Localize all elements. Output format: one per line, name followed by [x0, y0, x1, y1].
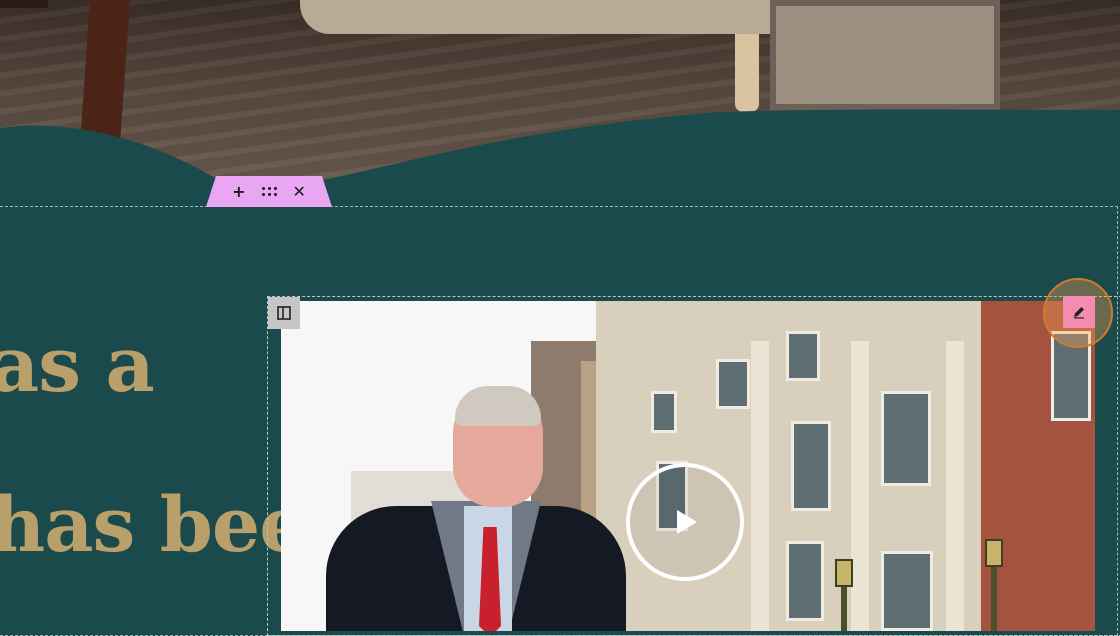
street-lamp — [985, 539, 1003, 567]
play-icon — [677, 510, 697, 534]
add-block-button[interactable]: + — [232, 183, 245, 200]
street-lamp-post — [841, 581, 847, 631]
column-layout-toggle[interactable] — [268, 297, 300, 329]
street-lamp-post — [991, 561, 997, 631]
building-pillar — [851, 341, 869, 631]
play-button[interactable] — [626, 463, 744, 581]
building-pillar — [751, 341, 769, 631]
building-pillar — [946, 341, 964, 631]
person-hair — [455, 386, 541, 426]
building-window — [786, 331, 820, 381]
close-block-button[interactable]: ✕ — [293, 183, 306, 200]
building-window — [651, 391, 677, 433]
columns-icon — [277, 306, 291, 320]
edit-video-button[interactable] — [1063, 296, 1095, 328]
building-window — [881, 551, 933, 631]
street-lamp — [835, 559, 853, 587]
building-window — [791, 421, 831, 511]
building-window — [716, 359, 750, 409]
block-toolbar: + ✕ — [206, 176, 332, 207]
drag-handle-icon[interactable] — [261, 187, 277, 196]
building-window — [786, 541, 824, 621]
heading-line-1: as a — [0, 320, 155, 409]
pencil-icon — [1074, 307, 1084, 319]
section-wave-divider — [0, 109, 1120, 215]
building-window — [881, 391, 931, 486]
